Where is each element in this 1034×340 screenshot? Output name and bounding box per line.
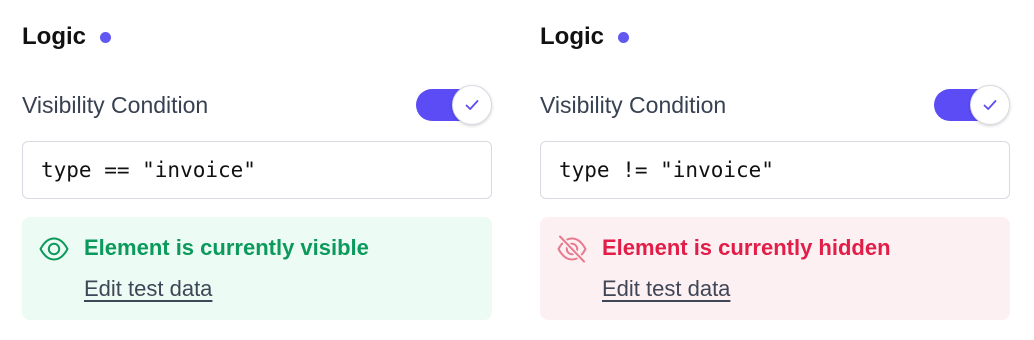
section-title: Logic [540,23,604,50]
section-header: Logic [22,22,111,52]
status-box-visible: Element is currently visible Edit test d… [22,217,492,320]
logic-panels: Logic Visibility Condition Element is cu… [0,0,1034,340]
check-icon [983,100,997,110]
toggle-knob [452,85,492,125]
visibility-condition-toggle[interactable] [416,85,492,125]
visibility-condition-label: Visibility Condition [540,92,727,118]
visibility-condition-row: Visibility Condition [22,85,492,125]
indicator-dot [618,31,629,43]
status-text: Element is currently visible [84,235,369,260]
edit-test-data-link[interactable]: Edit test data [602,274,730,304]
eye-icon [39,237,69,261]
visibility-condition-toggle[interactable] [934,85,1010,125]
condition-expression-input[interactable] [22,141,492,199]
section-header: Logic [540,22,629,52]
visibility-condition-label: Visibility Condition [22,92,209,118]
section-title: Logic [22,23,86,50]
toggle-knob [970,85,1010,125]
eye-off-icon [557,235,587,263]
status-text: Element is currently hidden [602,235,891,260]
condition-expression-input[interactable] [540,141,1010,199]
check-icon [465,100,479,110]
status-box-hidden: Element is currently hidden Edit test da… [540,217,1010,320]
indicator-dot [100,31,111,43]
visibility-condition-row: Visibility Condition [540,85,1010,125]
edit-test-data-link[interactable]: Edit test data [84,274,212,304]
